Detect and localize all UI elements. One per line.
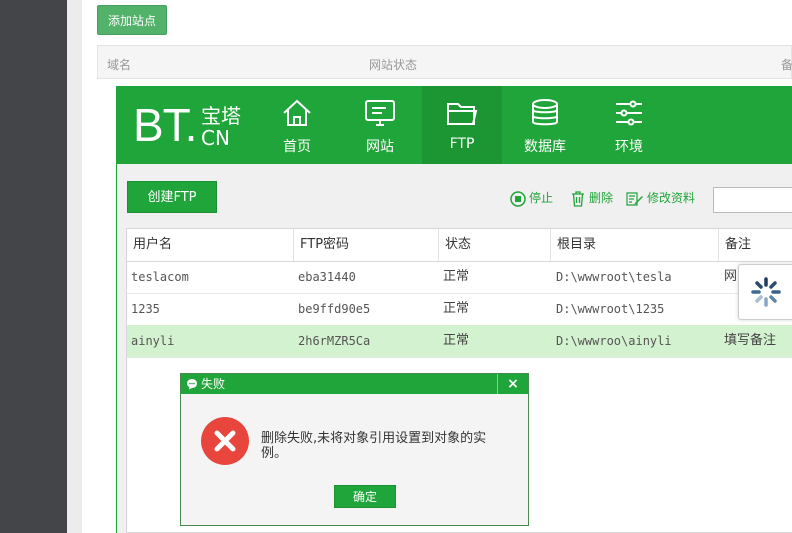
- col-note[interactable]: 备注: [719, 229, 792, 261]
- edit-icon: [626, 191, 643, 206]
- loading-spinner: [738, 264, 792, 320]
- logo-cn-bottom: CN: [201, 126, 230, 150]
- error-dialog: 失败 × 删除失败,未将对象引用设置到对象的实例。 确定: [180, 373, 529, 526]
- cell-root-dir[interactable]: D:\wwwroo\ainyli: [556, 325, 672, 357]
- cell-username: 1235: [131, 302, 160, 316]
- side-gap: [67, 0, 82, 533]
- nav-ftp[interactable]: FTP: [422, 86, 502, 164]
- cell-username: ainyli: [131, 334, 175, 348]
- search-input[interactable]: [713, 187, 792, 213]
- nav-database[interactable]: 数据库: [505, 86, 585, 164]
- cell-note[interactable]: 填写备注: [724, 325, 776, 357]
- error-icon: [201, 417, 249, 469]
- nav-environment[interactable]: 环境: [589, 86, 669, 164]
- cell-password[interactable]: 2h6rMZR5Ca: [298, 325, 370, 357]
- nav-database-label: 数据库: [524, 139, 566, 155]
- table-row[interactable]: 1235 be9ffd90e5 正常 D:\wwwroot\1235: [127, 293, 792, 326]
- cell-username: teslacom: [131, 270, 189, 284]
- delete-label: 删除: [589, 191, 614, 205]
- top-nav-bar: BT. 宝塔 CN 首页 网站 FTP 数据库 环境: [117, 86, 792, 164]
- cell-root-dir[interactable]: D:\wwwroot\tesla: [556, 261, 672, 293]
- edit-info-label: 修改资料: [647, 191, 696, 205]
- trash-icon: [572, 190, 584, 207]
- edit-info-button[interactable]: 修改资料: [626, 190, 695, 207]
- nav-home-label: 首页: [283, 139, 311, 155]
- cell-status[interactable]: 正常: [443, 293, 469, 325]
- close-icon: ×: [507, 376, 519, 392]
- sliders-icon: [613, 98, 645, 132]
- col-ftp-password[interactable]: FTP密码: [294, 229, 439, 261]
- cell-root-dir[interactable]: D:\wwwroot\1235: [556, 293, 664, 325]
- table-row[interactable]: teslacom eba31440 正常 D:\wwwroot\tesla 网: [127, 261, 792, 294]
- dialog-message: 删除失败,未将对象引用设置到对象的实例。: [261, 431, 487, 461]
- stop-label: 停止: [529, 191, 554, 205]
- create-ftp-button[interactable]: 创建FTP: [127, 181, 217, 213]
- close-button[interactable]: ×: [497, 374, 528, 394]
- nav-environment-label: 环境: [615, 139, 643, 155]
- dialog-titlebar[interactable]: 失败 ×: [181, 374, 528, 394]
- monitor-icon: [364, 98, 396, 132]
- nav-ftp-label: FTP: [449, 136, 475, 152]
- logo-cn-top: 宝塔: [201, 104, 241, 128]
- database-icon: [529, 98, 561, 132]
- col-root-dir[interactable]: 根目录: [551, 229, 719, 261]
- stop-icon: [510, 190, 526, 207]
- table-row-selected[interactable]: ainyli 2h6rMZR5Ca 正常 D:\wwwroo\ainyli 填写…: [127, 325, 792, 358]
- folder-icon: [446, 98, 478, 132]
- cell-note[interactable]: 网: [724, 261, 737, 293]
- delete-button[interactable]: 删除: [570, 190, 613, 207]
- chat-bubble-icon: [187, 379, 197, 390]
- header-domain: 域名: [107, 58, 132, 72]
- dialog-title: 失败: [201, 377, 226, 391]
- spinner-icon: [751, 277, 781, 307]
- home-icon: [281, 98, 313, 132]
- col-username[interactable]: 用户名: [127, 229, 294, 261]
- cell-status[interactable]: 正常: [443, 325, 469, 357]
- nav-home[interactable]: 首页: [257, 86, 337, 164]
- table-header: 用户名 FTP密码 状态 根目录 备注: [127, 229, 792, 262]
- cell-status[interactable]: 正常: [443, 261, 469, 293]
- col-status[interactable]: 状态: [439, 229, 551, 261]
- background-table-header: 域名 网站状态 备: [97, 45, 792, 79]
- add-site-button[interactable]: 添加站点: [97, 5, 167, 35]
- nav-website[interactable]: 网站: [340, 86, 420, 164]
- header-note: 备: [781, 58, 792, 72]
- ok-button[interactable]: 确定: [334, 485, 396, 508]
- side-nav-strip: [0, 0, 67, 533]
- header-site-status: 网站状态: [369, 58, 418, 72]
- logo-cn: 宝塔 CN: [201, 105, 261, 149]
- cell-password[interactable]: be9ffd90e5: [298, 293, 370, 325]
- logo-text: BT.: [133, 99, 197, 151]
- nav-website-label: 网站: [366, 139, 394, 155]
- stop-button[interactable]: 停止: [510, 190, 553, 207]
- cell-password[interactable]: eba31440: [298, 261, 356, 293]
